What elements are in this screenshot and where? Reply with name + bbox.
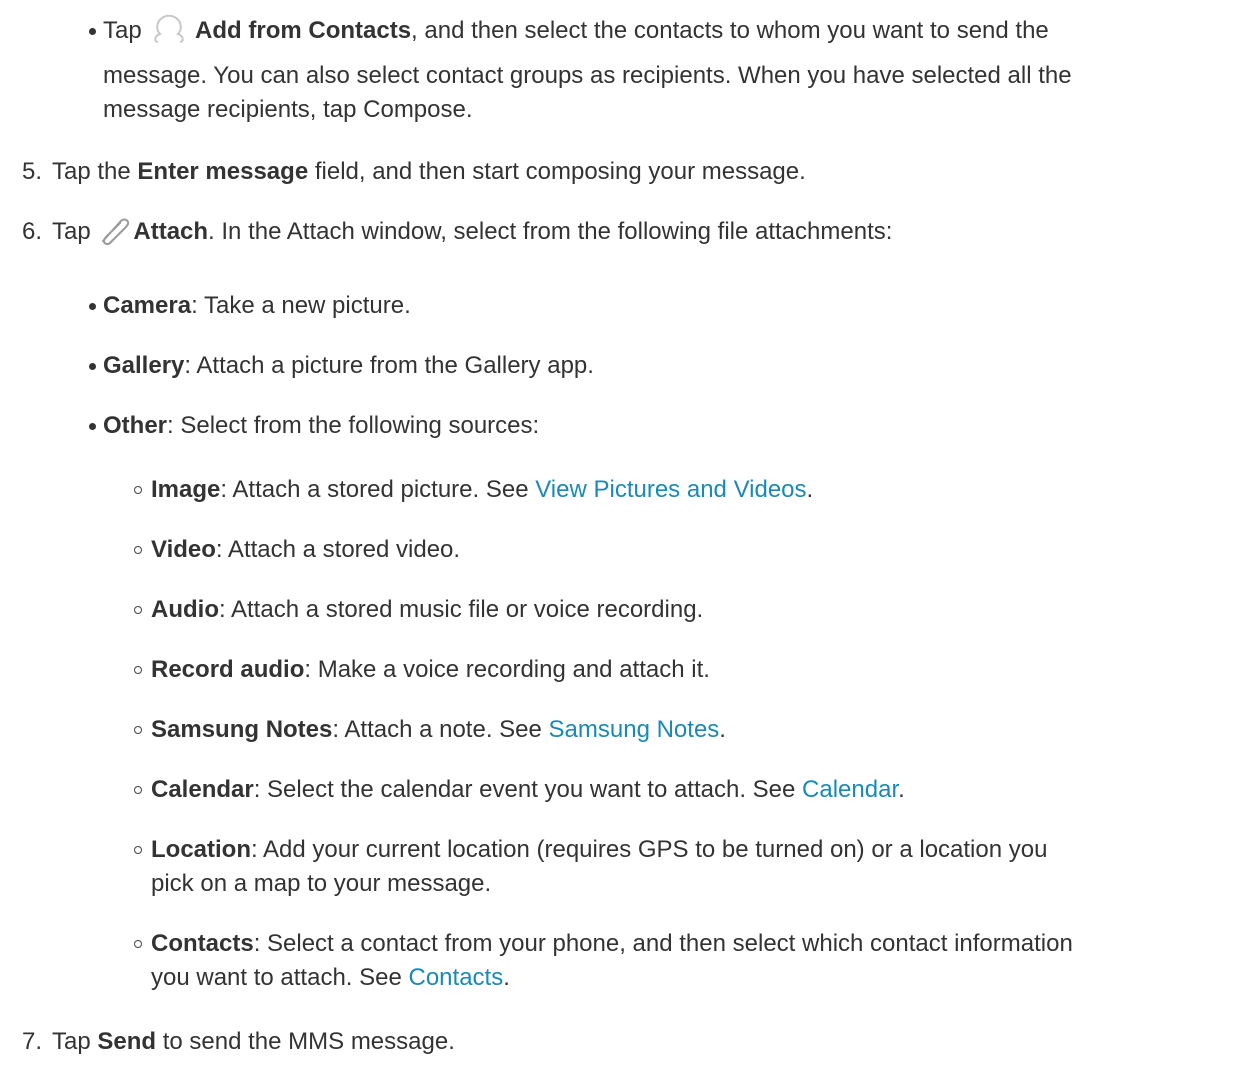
punctuation: . [719,716,726,743]
source-samsung-notes: Samsung Notes: Attach a note. See Samsun… [151,713,726,747]
bullet-circle [134,726,142,734]
source-label: Audio [151,596,219,623]
source-location-line-2: pick on a map to your message. [151,870,492,897]
source-text: : Select a contact from your phone, and … [253,930,1073,957]
option-text: : Attach a picture from the Gallery app. [184,352,594,379]
bullet-circle [134,940,142,948]
source-text: : Attach a stored music file or voice re… [218,596,704,623]
source-text: : Attach a stored picture. See [220,476,536,503]
source-video: Video: Attach a stored video. [151,533,460,567]
option-label: Camera [103,292,192,319]
add-contacts-line-1: Tap Add from Contacts, and then select t… [103,14,1049,54]
source-record-audio: Record audio: Make a voice recording and… [151,653,710,687]
contacts-link[interactable]: Contacts [409,964,504,991]
add-from-contacts-label: Add from Contacts [195,17,412,44]
person-icon [148,14,188,54]
bullet-circle [134,486,142,494]
source-image: Image: Attach a stored picture. See View… [151,473,813,507]
punctuation: . [503,964,510,991]
option-text: : Take a new picture. [191,292,411,319]
bullet-circle [134,606,142,614]
samsung-notes-link[interactable]: Samsung Notes [549,716,720,743]
view-pictures-link[interactable]: View Pictures and Videos [535,476,806,503]
bullet-dot [89,303,96,310]
step-number: 6. [22,218,43,245]
step-rest: . In the Attach window, select from the … [208,218,893,245]
source-label: Video [151,536,216,563]
step-5-text: Tap the Enter message field, and then st… [52,155,806,189]
add-contacts-text: , and then select the contacts to whom y… [411,17,1049,44]
step-prefix: Tap [52,1028,98,1055]
source-text: : Select the calendar event you want to … [253,776,803,803]
option-label: Gallery [103,352,185,379]
option-label: Other [103,412,168,439]
tap-prefix: Tap [103,17,149,44]
calendar-link[interactable]: Calendar [802,776,898,803]
option-other: Other: Select from the following sources… [103,409,539,443]
step-number: 5. [22,158,43,185]
source-text: you want to attach. See [151,964,409,991]
option-gallery: Gallery: Attach a picture from the Galle… [103,349,594,383]
punctuation: . [898,776,905,803]
step-rest: field, and then start composing your mes… [308,158,806,185]
step-6-text: Tap Attach. In the Attach window, select… [52,215,892,255]
step-7-text: Tap Send to send the MMS message. [52,1025,455,1059]
add-contacts-line-3: message recipients, tap Compose. [103,96,473,123]
option-text: : Select from the following sources: [167,412,540,439]
source-label: Record audio [151,656,305,683]
source-text: : Attach a stored video. [215,536,461,563]
source-audio: Audio: Attach a stored music file or voi… [151,593,703,627]
bullet-dot [89,363,96,370]
source-calendar: Calendar: Select the calendar event you … [151,773,905,807]
enter-message-label: Enter message [137,158,309,185]
source-text: : Add your current location (requires GP… [251,836,1048,863]
bullet-dot [89,423,96,430]
step-rest: to send the MMS message. [156,1028,455,1055]
source-text: : Attach a note. See [332,716,549,743]
source-label: Location [151,836,251,863]
source-contacts-line-2: you want to attach. See Contacts. [151,961,510,995]
step-prefix: Tap the [52,158,138,185]
bullet-dot [89,28,96,35]
step-prefix: Tap [52,218,98,245]
step-number: 7. [22,1028,43,1055]
send-label: Send [97,1028,157,1055]
attach-label: Attach [133,218,209,245]
paperclip-icon [97,215,133,255]
source-text: : Make a voice recording and attach it. [304,656,710,683]
document-page: Tap Add from Contacts, and then select t… [0,0,1245,1078]
source-label: Samsung Notes [151,716,333,743]
source-contacts: Contacts: Select a contact from your pho… [151,927,1073,961]
source-label: Contacts [151,930,254,957]
bullet-circle [134,786,142,794]
bullet-circle [134,666,142,674]
add-contacts-line-2: message. You can also select contact gro… [103,62,1072,89]
source-location: Location: Add your current location (req… [151,833,1047,867]
bullet-circle [134,846,142,854]
source-label: Calendar [151,776,254,803]
bullet-circle [134,546,142,554]
option-camera: Camera: Take a new picture. [103,289,411,323]
source-label: Image [151,476,221,503]
punctuation: . [806,476,814,503]
